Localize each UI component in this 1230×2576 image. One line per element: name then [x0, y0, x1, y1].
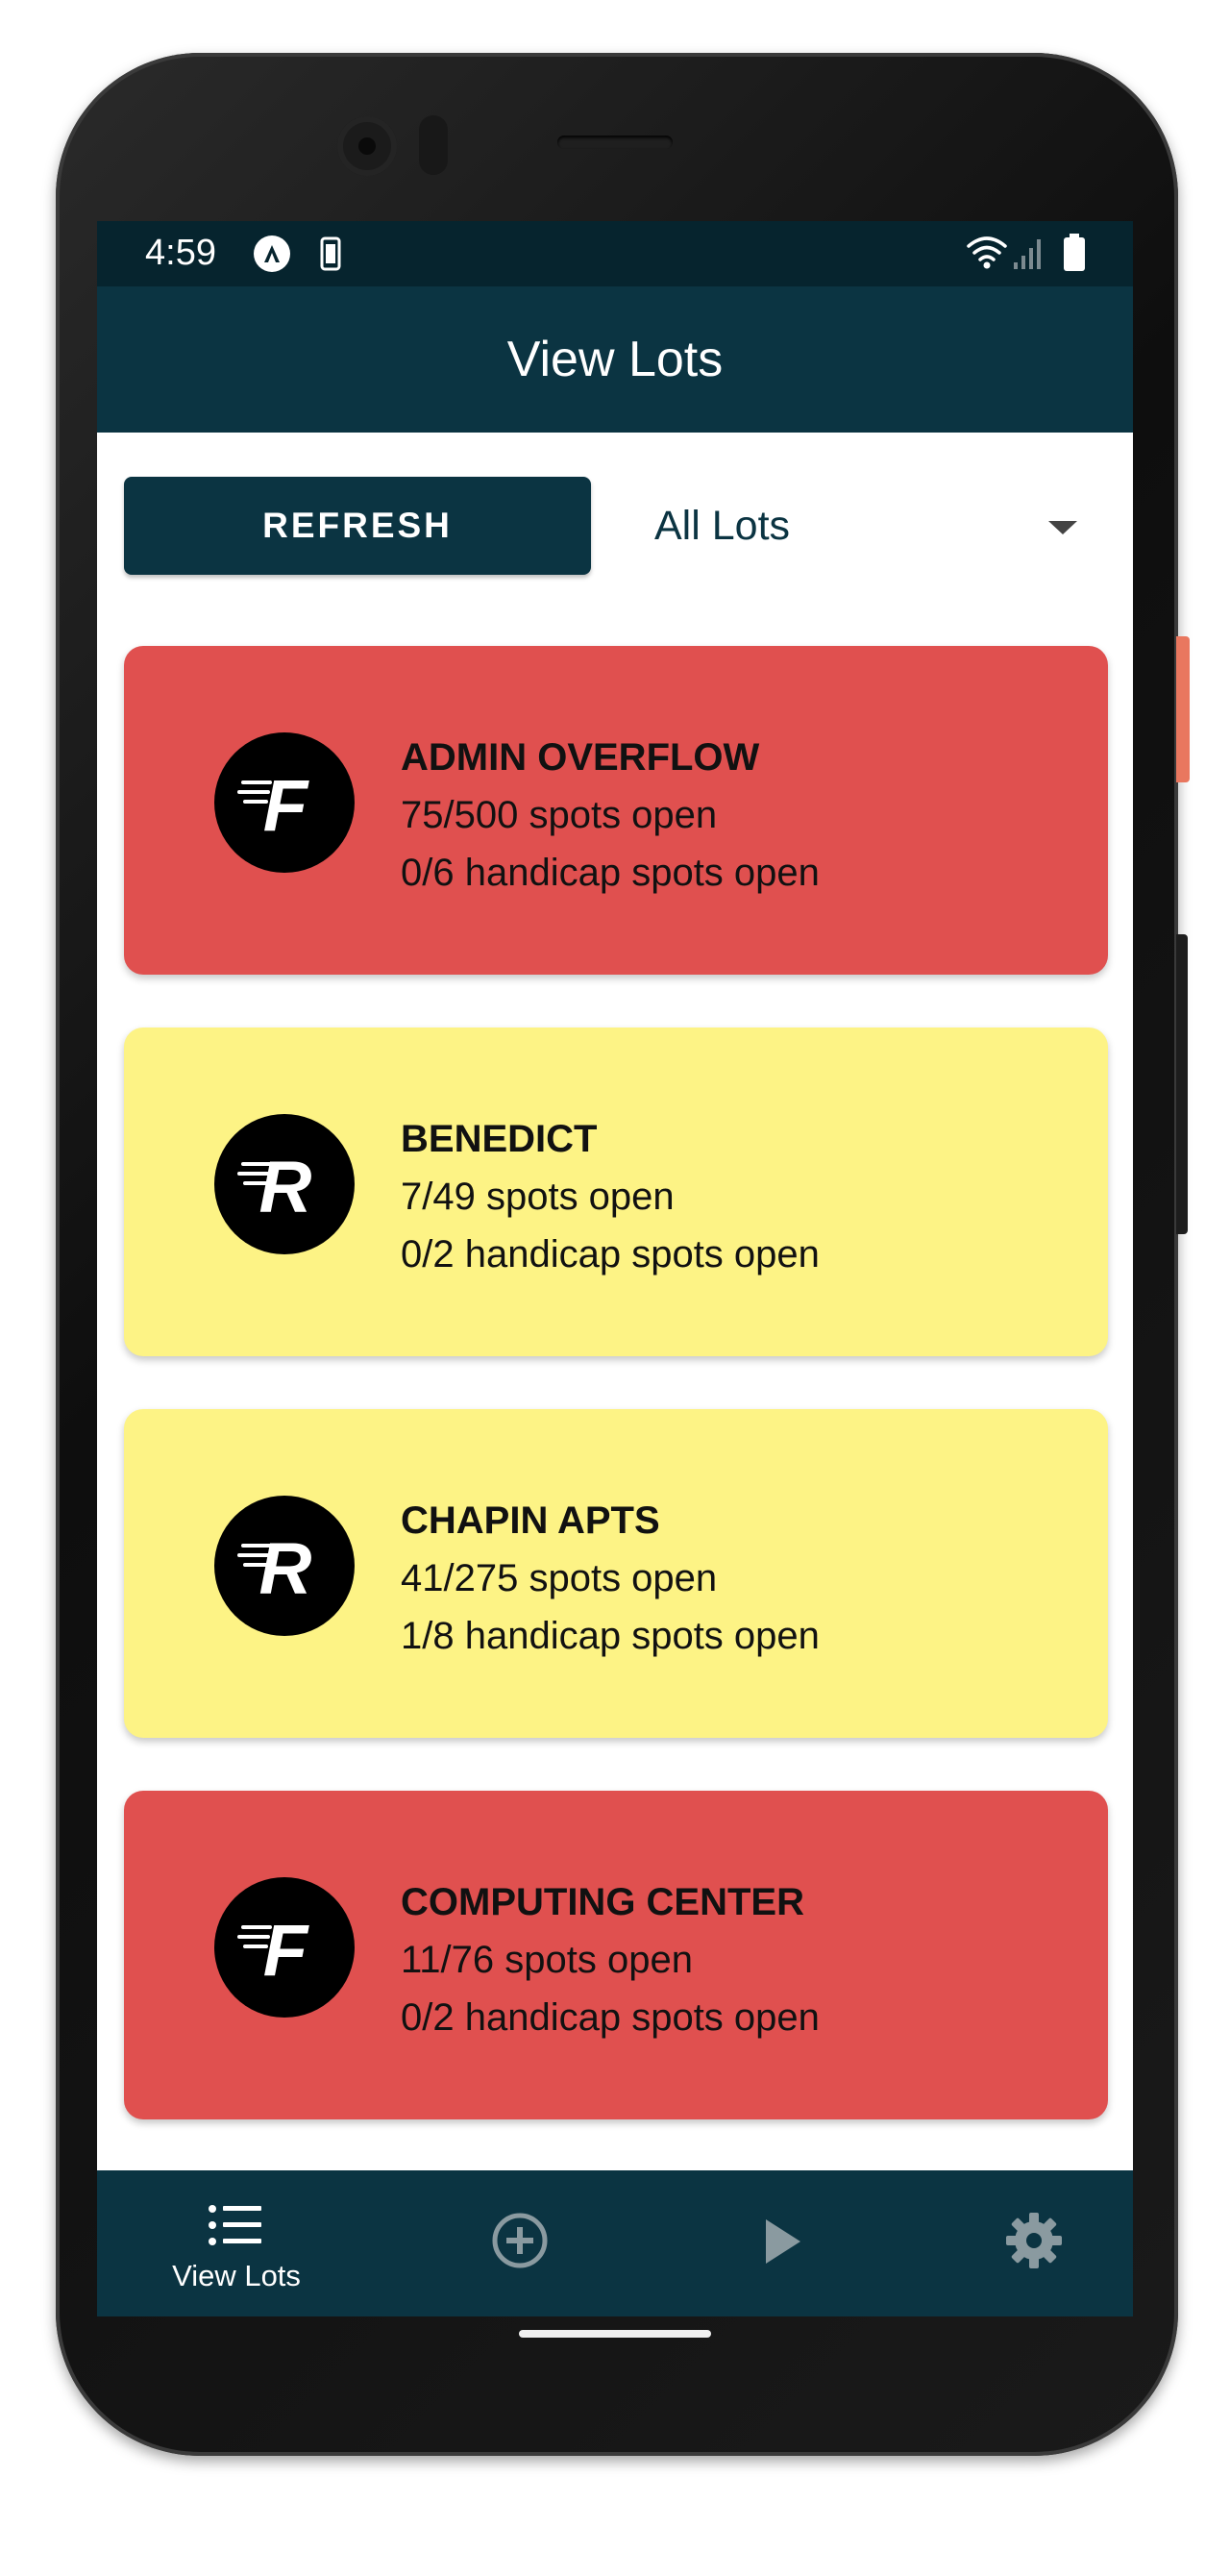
- lot-spots-open: 11/76 spots open: [401, 1939, 693, 1981]
- nav-view-lots-label: View Lots: [172, 2259, 301, 2292]
- front-camera: [337, 116, 397, 176]
- wifi-icon: [966, 235, 1008, 276]
- lot-card[interactable]: F ADMIN OVERFLOW 75/500 spots open 0/6 h…: [124, 646, 1108, 975]
- lot-handicap-open: 0/2 handicap spots open: [401, 1233, 820, 1276]
- lot-type-f-icon: F: [214, 1877, 355, 2018]
- list-icon: [208, 2203, 265, 2252]
- lot-info: CHAPIN APTS 41/275 spots open 1/8 handic…: [401, 1492, 820, 1665]
- lot-type-r-icon: R: [214, 1114, 355, 1254]
- lot-logo-letter: R: [259, 1528, 312, 1610]
- nav-play[interactable]: [712, 2170, 847, 2316]
- nav-view-lots[interactable]: View Lots: [155, 2170, 318, 2316]
- refresh-button[interactable]: REFRESH: [124, 477, 591, 575]
- page-title: View Lots: [506, 332, 724, 387]
- lot-spots-open: 75/500 spots open: [401, 794, 718, 836]
- earpiece-speaker: [557, 136, 673, 149]
- signal-icon: [1012, 236, 1045, 276]
- bottom-navigation: View Lots: [97, 2170, 1133, 2316]
- volume-button: [1176, 934, 1188, 1234]
- lot-name: CHAPIN APTS: [401, 1499, 660, 1542]
- app-bar: View Lots: [97, 286, 1133, 433]
- auto-brightness-icon: [253, 235, 291, 278]
- lot-handicap-open: 0/6 handicap spots open: [401, 852, 820, 894]
- lot-card[interactable]: R BENEDICT 7/49 spots open 0/2 handicap …: [124, 1028, 1108, 1356]
- lot-name: ADMIN OVERFLOW: [401, 736, 760, 779]
- lot-name: COMPUTING CENTER: [401, 1881, 804, 1923]
- device-frame: 4:59 View Lots REFRESH All Lots F ADMIN …: [0, 0, 1230, 2576]
- nav-add-lot[interactable]: [453, 2170, 587, 2316]
- lot-handicap-open: 0/2 handicap spots open: [401, 1996, 820, 2039]
- status-time: 4:59: [145, 233, 216, 273]
- app-screen: 4:59 View Lots REFRESH All Lots F ADMIN …: [97, 221, 1133, 2316]
- lot-filter-dropdown[interactable]: All Lots: [654, 477, 1106, 575]
- settings-gear-icon: [1003, 2210, 1065, 2276]
- phone-storage-icon: [320, 236, 341, 276]
- lot-type-f-icon: F: [214, 732, 355, 873]
- lot-name: BENEDICT: [401, 1118, 598, 1160]
- lot-logo-letter: F: [263, 765, 310, 847]
- lot-logo-letter: R: [259, 1147, 312, 1228]
- lot-card[interactable]: R CHAPIN APTS 41/275 spots open 1/8 hand…: [124, 1409, 1108, 1738]
- add-circle-icon: [491, 2212, 549, 2274]
- lot-info: COMPUTING CENTER 11/76 spots open 0/2 ha…: [401, 1873, 820, 2046]
- home-indicator[interactable]: [519, 2330, 711, 2338]
- battery-icon: [1062, 233, 1087, 278]
- lot-card[interactable]: F COMPUTING CENTER 11/76 spots open 0/2 …: [124, 1791, 1108, 2119]
- nav-settings[interactable]: [967, 2170, 1101, 2316]
- status-bar: 4:59: [97, 221, 1133, 286]
- lot-filter-value: All Lots: [654, 502, 791, 549]
- lot-info: BENEDICT 7/49 spots open 0/2 handicap sp…: [401, 1110, 820, 1283]
- lot-handicap-open: 1/8 handicap spots open: [401, 1615, 820, 1657]
- lot-type-r-icon: R: [214, 1496, 355, 1636]
- lot-spots-open: 7/49 spots open: [401, 1176, 675, 1218]
- proximity-sensor: [419, 115, 448, 175]
- lot-logo-letter: F: [263, 1910, 310, 1992]
- power-button: [1176, 636, 1190, 782]
- play-icon: [762, 2217, 804, 2271]
- lot-spots-open: 41/275 spots open: [401, 1557, 718, 1599]
- lot-info: ADMIN OVERFLOW 75/500 spots open 0/6 han…: [401, 729, 820, 902]
- dropdown-caret-icon: [1048, 521, 1077, 534]
